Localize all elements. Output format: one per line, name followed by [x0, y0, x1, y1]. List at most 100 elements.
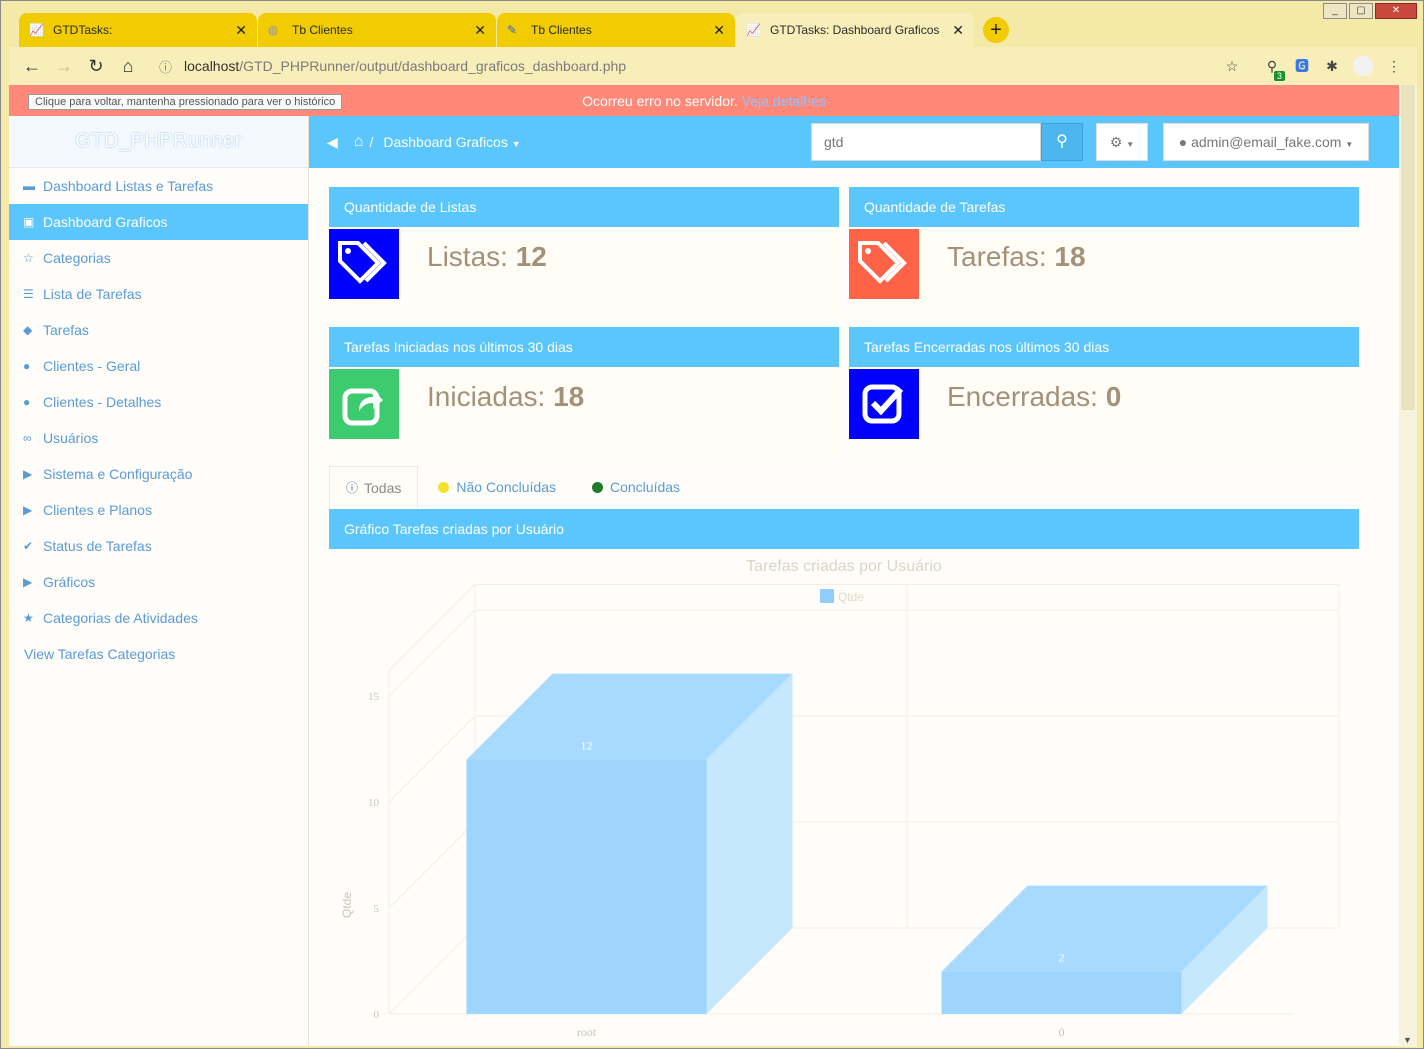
scroll-down-icon[interactable]: ▼ — [1403, 1035, 1412, 1045]
browser-toolbar: ← → ↻ ⌂ ⓘ localhost/GTD_PHPRunner/output… — [9, 47, 1417, 85]
y-tick-label: 0 — [374, 1009, 380, 1021]
list-icon: ☰ — [23, 287, 34, 301]
address-bar[interactable]: ⓘ localhost/GTD_PHPRunner/output/dashboa… — [145, 51, 1217, 81]
new-tab-button[interactable]: + — [983, 17, 1009, 43]
browser-tab[interactable]: ✎ Tb Clientes ✕ — [497, 13, 735, 47]
sidebar: GTD_PHPRunner ▬ Dashboard Listas e Tarefa… — [9, 116, 309, 1046]
sidebar-item-view-tarefas-categorias[interactable]: View Tarefas Categorias — [9, 636, 308, 672]
search-icon: ⚲ — [1056, 133, 1068, 150]
bar-data-label: 2 — [1059, 951, 1065, 965]
error-details-link[interactable]: Veja detalhes — [742, 93, 826, 109]
sidebar-toggle-icon[interactable]: ◀ — [327, 134, 338, 151]
info-icon[interactable]: ⓘ — [159, 57, 172, 76]
user-icon: ● — [23, 395, 31, 409]
card-value-label: Tarefas: — [947, 241, 1047, 272]
breadcrumb-separator: / — [369, 134, 374, 150]
grid-line-side — [388, 821, 476, 909]
chart-title: Tarefas criadas por Usuário — [746, 558, 942, 575]
sidebar-item-sistema[interactable]: ▶ Sistema e Configuração — [9, 456, 308, 492]
sidebar-item-label: Status de Tarefas — [43, 538, 152, 554]
tab-title: Tb Clientes — [531, 23, 592, 37]
check-icon: ✔ — [23, 539, 34, 553]
tab-todas[interactable]: ⓘ Todas — [329, 466, 419, 508]
sidebar-item-lista-tarefas[interactable]: ☰ Lista de Tarefas — [9, 276, 308, 312]
sidebar-item-clientes-detalhes[interactable]: ● Clientes - Detalhes — [9, 384, 308, 420]
home-icon[interactable]: ⌂ — [113, 56, 143, 77]
dashboard-icon: ▣ — [23, 215, 35, 229]
user-icon: ● — [23, 359, 31, 373]
home-icon[interactable]: ⌂ — [354, 133, 364, 151]
app-brand[interactable]: GTD_PHPRunner — [9, 116, 308, 168]
search-input[interactable]: gtd — [811, 123, 1041, 161]
window-controls: _ ▢ ✕ — [1323, 3, 1417, 19]
sidebar-item-categorias[interactable]: ☆ Categorias — [9, 240, 308, 276]
browser-tab-active[interactable]: 📈 GTDTasks: Dashboard Graficos ✕ — [736, 13, 974, 47]
search-button[interactable]: ⚲ — [1041, 123, 1083, 161]
x-tick-label: 0 — [1059, 1025, 1065, 1039]
user-icon: ● — [1178, 134, 1188, 150]
python-favicon-icon: ✎ — [507, 23, 518, 37]
reload-icon[interactable]: ↻ — [81, 56, 111, 77]
profile-avatar[interactable] — [1353, 56, 1373, 76]
card-value-number: 18 — [1054, 241, 1086, 272]
grid-line-side — [388, 927, 476, 1015]
sidebar-item-label: Clientes e Planos — [43, 502, 152, 518]
translate-icon[interactable]: 🅶 — [1287, 56, 1317, 76]
user-email: admin@email_fake.com — [1191, 134, 1342, 150]
bar-front — [466, 759, 707, 1014]
sidebar-item-categorias-atividades[interactable]: ★ Categorias de Atividades — [9, 600, 308, 636]
forward-arrow-icon[interactable]: → — [49, 56, 79, 77]
tab-title: GTDTasks: Dashboard Graficos — [770, 23, 940, 37]
sidebar-item-clientes-geral[interactable]: ● Clientes - Geral — [9, 348, 308, 384]
y-tick-label: 15 — [368, 691, 380, 703]
sidebar-item-label: Clientes - Geral — [43, 358, 141, 374]
card-quantidade-tarefas: Quantidade de Tarefas Tarefas: 18 — [849, 187, 1359, 319]
card-title: Tarefas Iniciadas nos últimos 30 dias — [329, 327, 839, 367]
checkbox-icon — [849, 369, 919, 439]
card-value: Listas: 12 — [427, 241, 547, 273]
bookmark-star-icon[interactable]: ☆ — [1217, 58, 1247, 75]
sidebar-item-graficos[interactable]: ▶ Gráficos — [9, 564, 308, 600]
close-tab-icon[interactable]: ✕ — [952, 22, 964, 39]
breadcrumb[interactable]: Dashboard Graficos ▼ — [383, 134, 520, 150]
menu-kebab-icon[interactable]: ⋮ — [1379, 58, 1409, 75]
grid-line-side — [388, 609, 476, 697]
card-value-number: 18 — [553, 381, 585, 412]
extension-badge: 3 — [1273, 70, 1285, 81]
tab-concluidas[interactable]: Concluídas — [576, 466, 696, 508]
sidebar-item-status-tarefas[interactable]: ✔ Status de Tarefas — [9, 528, 308, 564]
close-tab-icon[interactable]: ✕ — [474, 22, 486, 39]
tab-strip: 📈 GTDTasks: ✕ ◍ Tb Clientes ✕ ✎ Tb Clien… — [19, 13, 1009, 47]
scrollbar-thumb[interactable] — [1401, 85, 1415, 410]
sidebar-item-dashboard-graficos[interactable]: ▣ Dashboard Graficos — [9, 204, 308, 240]
card-value-label: Listas: — [427, 241, 508, 272]
card-value-number: 0 — [1105, 381, 1122, 412]
sidebar-item-usuarios[interactable]: ∞ Usuários — [9, 420, 308, 456]
sidebar-item-dashboard-listas[interactable]: ▬ Dashboard Listas e Tarefas — [9, 168, 308, 204]
card-quantidade-listas: Quantidade de Listas Listas: 12 — [329, 187, 839, 319]
browser-tab[interactable]: ◍ Tb Clientes ✕ — [258, 13, 496, 47]
minimize-button[interactable]: _ — [1323, 3, 1347, 19]
back-arrow-icon[interactable]: ← — [17, 56, 47, 77]
settings-dropdown[interactable]: ⚙ ▼ — [1096, 123, 1148, 161]
sidebar-item-tarefas[interactable]: ◆ Tarefas — [9, 312, 308, 348]
maximize-button[interactable]: ▢ — [1349, 3, 1373, 19]
tab-nao-concluidas[interactable]: Não Concluídas — [422, 466, 572, 508]
browser-tab[interactable]: 📈 GTDTasks: ✕ — [19, 13, 257, 47]
extension-icon[interactable]: ⚲ 3 — [1257, 58, 1287, 81]
url-host: localhost — [184, 58, 240, 74]
card-value-label: Iniciadas: — [427, 381, 546, 412]
close-tab-icon[interactable]: ✕ — [713, 22, 725, 39]
tags-icon — [329, 229, 399, 299]
sidebar-item-label: Dashboard Graficos — [43, 214, 168, 230]
star-outline-icon: ☆ — [23, 251, 34, 265]
close-window-button[interactable]: ✕ — [1375, 3, 1417, 19]
legend-swatch — [820, 589, 834, 603]
page-scrollbar[interactable]: ▼ — [1399, 85, 1417, 1047]
close-tab-icon[interactable]: ✕ — [235, 22, 247, 39]
puzzle-icon[interactable]: ✱ — [1317, 58, 1347, 75]
user-menu[interactable]: ● admin@email_fake.com ▼ — [1163, 123, 1369, 161]
sidebar-item-clientes-planos[interactable]: ▶ Clientes e Planos — [9, 492, 308, 528]
sidebar-item-label: Tarefas — [43, 322, 89, 338]
card-title: Quantidade de Listas — [329, 187, 839, 227]
